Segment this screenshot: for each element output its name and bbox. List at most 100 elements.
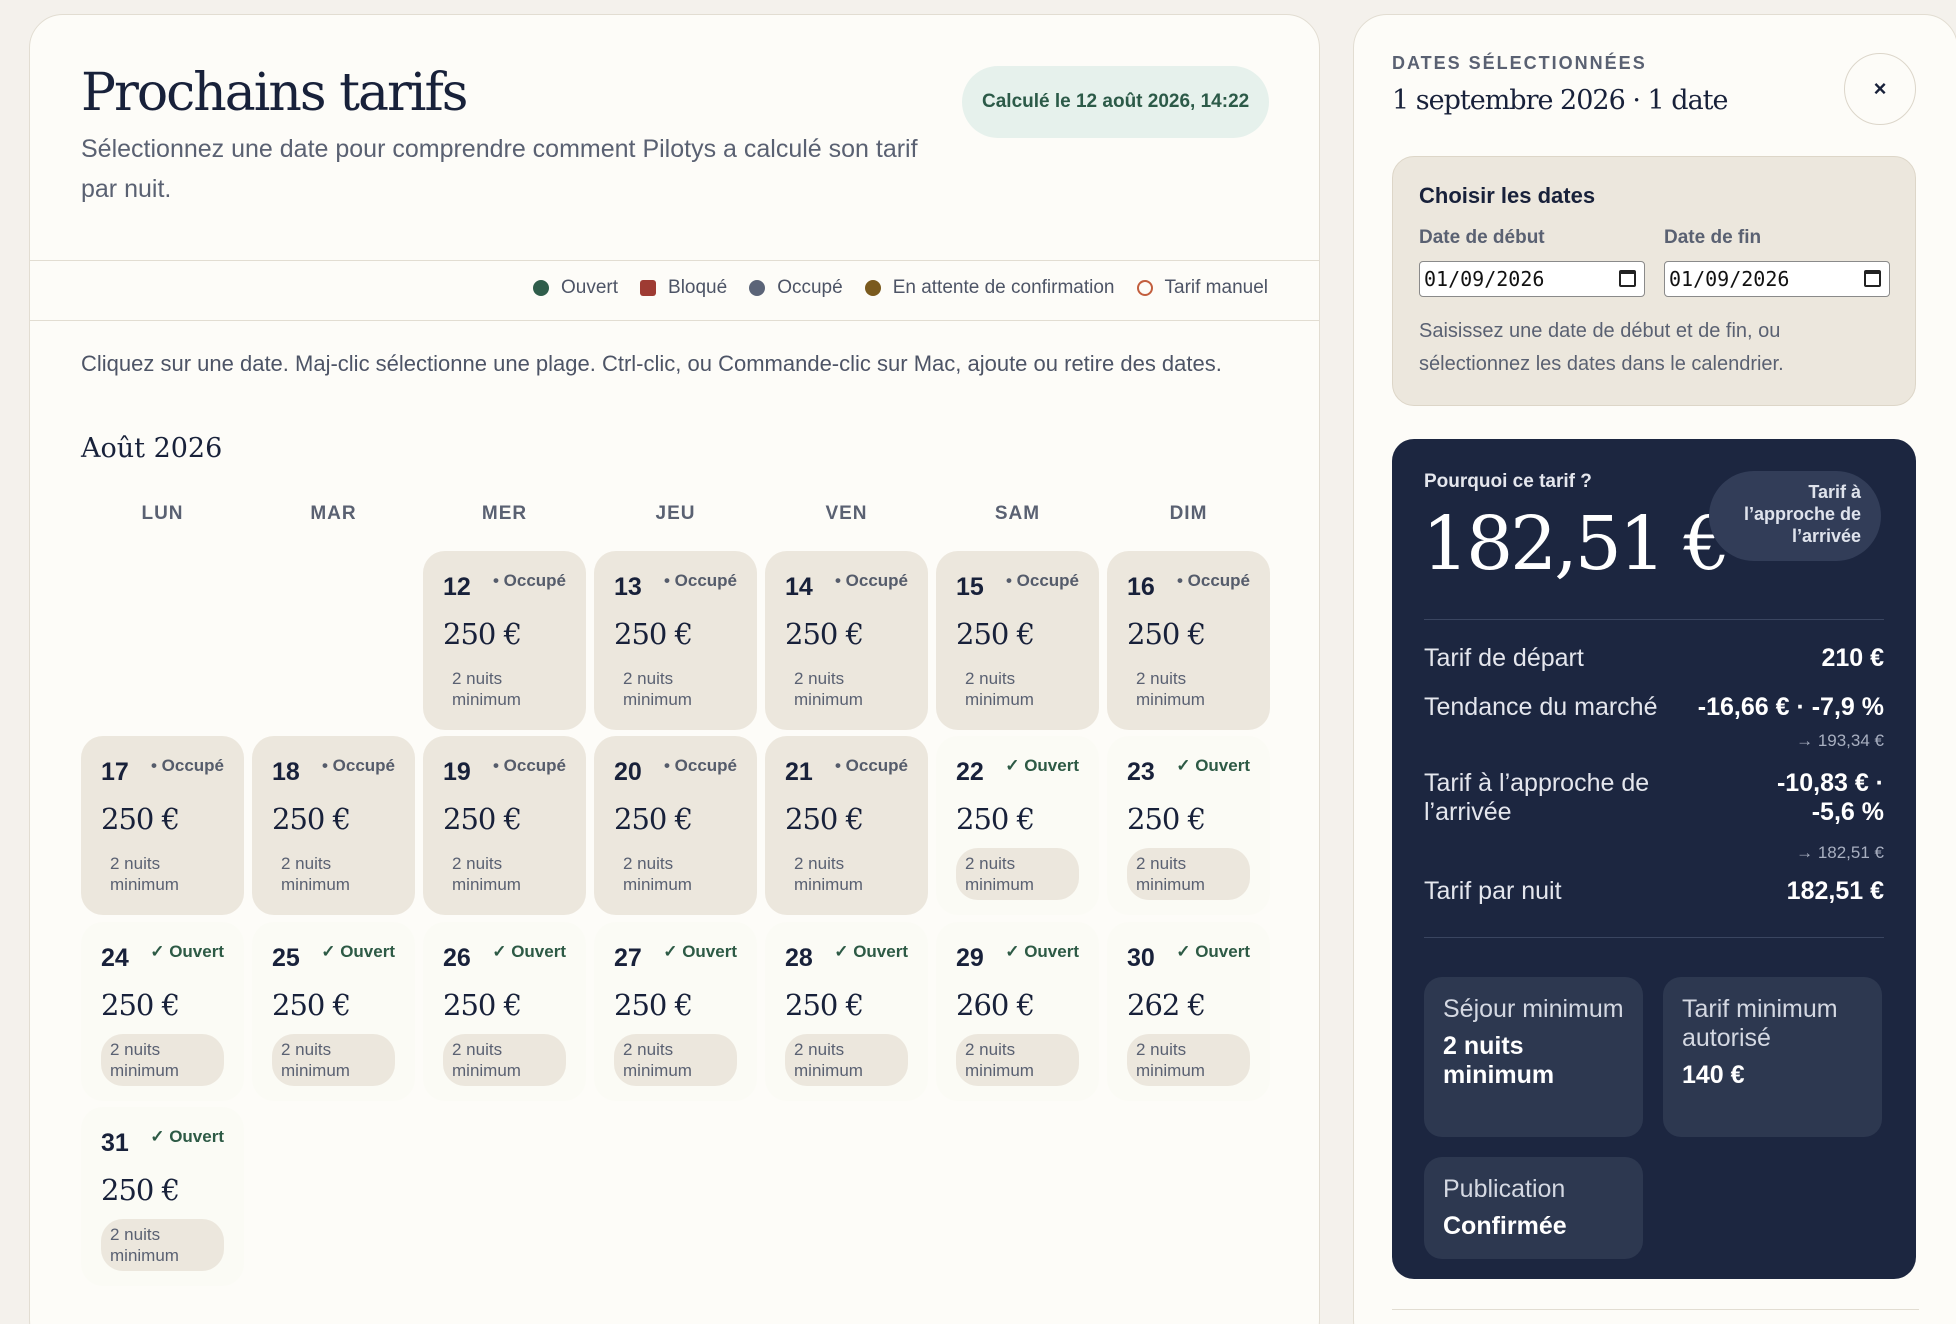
info-card-label: Tarif minimum autorisé: [1682, 995, 1838, 1052]
legend-item-blocked: Bloqué: [640, 277, 727, 299]
min-stay-pill: 2 nuits minimum: [443, 1034, 566, 1086]
day-status: • Occupé: [834, 756, 908, 775]
page-title: Prochains tarifs: [81, 63, 468, 123]
day-price: 250 €: [785, 617, 864, 651]
info-card-label: Séjour minimum: [1443, 995, 1624, 1023]
day-cell[interactable]: 18 • Occupé 250 € 2 nuits minimum: [252, 736, 415, 915]
day-cell[interactable]: 26 ✓ Ouvert 250 € 2 nuits minimum: [423, 922, 586, 1101]
day-status: ✓ Ouvert: [150, 942, 224, 961]
calculated-badge: Calculé le 12 août 2026, 14:22: [962, 66, 1270, 138]
day-number: 22: [956, 758, 984, 786]
status-legend: Ouvert Bloqué Occupé En attente de confi…: [533, 277, 1268, 299]
pending-dot-icon: [864, 280, 881, 296]
day-cell[interactable]: 25 ✓ Ouvert 250 € 2 nuits minimum: [252, 922, 415, 1101]
day-cell[interactable]: 13 • Occupé 250 € 2 nuits minimum: [594, 551, 757, 730]
day-cell[interactable]: 21 • Occupé 250 € 2 nuits minimum: [765, 736, 928, 915]
day-cell[interactable]: 29 ✓ Ouvert 260 € 2 nuits minimum: [936, 922, 1099, 1101]
breakdown-label: Tarif de départ: [1424, 644, 1584, 672]
day-number: 29: [956, 944, 984, 972]
day-status: ✓ Ouvert: [492, 942, 566, 961]
day-status: ✓ Ouvert: [1005, 756, 1079, 775]
min-stay-pill: 2 nuits minimum: [785, 1034, 908, 1086]
selected-dates-label: DATES SÉLECTIONNÉES: [1392, 53, 1647, 73]
end-date-value: 01/09/2026: [1669, 267, 1790, 291]
legend-item-open: Ouvert: [533, 277, 618, 299]
day-cell[interactable]: 28 ✓ Ouvert 250 € 2 nuits minimum: [765, 922, 928, 1101]
day-cell[interactable]: 23 ✓ Ouvert 250 € 2 nuits minimum: [1107, 736, 1270, 915]
day-cell[interactable]: 14 • Occupé 250 € 2 nuits minimum: [765, 551, 928, 730]
start-date-input[interactable]: 01/09/2026: [1419, 261, 1645, 297]
day-price: 250 €: [1127, 802, 1206, 836]
day-cell[interactable]: 24 ✓ Ouvert 250 € 2 nuits minimum: [81, 922, 244, 1101]
info-card-label: Publication: [1443, 1175, 1566, 1203]
manual-ring-icon: [1136, 280, 1153, 296]
calendar-icon[interactable]: [1864, 270, 1881, 287]
day-cell[interactable]: 20 • Occupé 250 € 2 nuits minimum: [594, 736, 757, 915]
info-card-min-stay: Séjour minimum 2 nuits minimum: [1424, 977, 1643, 1137]
divider: [30, 320, 1319, 321]
open-dot-icon: [533, 280, 549, 296]
info-card-publication: Publication Confirmée: [1424, 1157, 1643, 1259]
day-number: 25: [272, 944, 300, 972]
day-number: 30: [1127, 944, 1155, 972]
day-number: 15: [956, 573, 984, 601]
day-cell[interactable]: 27 ✓ Ouvert 250 € 2 nuits minimum: [594, 922, 757, 1101]
min-stay-pill: 2 nuits minimum: [623, 669, 692, 709]
calendar-instructions: Cliquez sur une date. Maj-clic sélection…: [81, 351, 1222, 376]
day-cell[interactable]: 17 • Occupé 250 € 2 nuits minimum: [81, 736, 244, 915]
min-stay-pill: 2 nuits minimum: [110, 854, 179, 894]
day-cell[interactable]: 15 • Occupé 250 € 2 nuits minimum: [936, 551, 1099, 730]
day-cell[interactable]: 16 • Occupé 250 € 2 nuits minimum: [1107, 551, 1270, 730]
start-date-value: 01/09/2026: [1424, 267, 1545, 291]
day-price: 260 €: [956, 988, 1035, 1022]
day-number: 27: [614, 944, 642, 972]
calendar-icon[interactable]: [1619, 270, 1636, 287]
month-label: Août 2026: [81, 433, 223, 464]
pricing-calendar-panel: Prochains tarifs Sélectionnez une date p…: [29, 14, 1320, 1324]
min-stay-pill: 2 nuits minimum: [614, 1034, 737, 1086]
breakdown-value: 210 €: [1821, 644, 1884, 672]
min-stay-pill: 2 nuits minimum: [794, 854, 863, 894]
min-stay-pill: 2 nuits minimum: [623, 854, 692, 894]
min-stay-pill: 2 nuits minimum: [272, 1034, 395, 1086]
day-number: 13: [614, 573, 642, 601]
weekday-header: MER: [481, 503, 528, 524]
info-card-value: 2 nuits minimum: [1443, 1032, 1555, 1089]
breakdown-label: Tendance du marché: [1424, 693, 1658, 721]
pricing-rule-badge: Tarif à l’approche de l’arrivée: [1709, 471, 1881, 561]
date-chooser-help: Saisissez une date de début et de fin, o…: [1419, 320, 1784, 375]
legend-label: Occupé: [777, 277, 843, 298]
day-price: 250 €: [785, 988, 864, 1022]
min-stay-pill: 2 nuits minimum: [452, 854, 521, 894]
day-cell[interactable]: 12 • Occupé 250 € 2 nuits minimum: [423, 551, 586, 730]
legend-label: Tarif manuel: [1164, 277, 1269, 298]
end-date-label: Date de fin: [1664, 227, 1762, 248]
occupied-dot-icon: [749, 280, 766, 296]
day-status: • Occupé: [663, 571, 737, 590]
day-price: 250 €: [785, 802, 864, 836]
end-date-input[interactable]: 01/09/2026: [1664, 261, 1890, 297]
breakdown-value: -10,83 € · -5,6 %: [1776, 769, 1884, 826]
min-stay-pill: 2 nuits minimum: [1136, 669, 1205, 709]
day-status: ✓ Ouvert: [1176, 942, 1250, 961]
min-stay-pill: 2 nuits minimum: [965, 669, 1034, 709]
weekday-header: VEN: [825, 503, 868, 524]
weekday-header: JEU: [655, 503, 696, 524]
day-cell[interactable]: 19 • Occupé 250 € 2 nuits minimum: [423, 736, 586, 915]
breakdown-row: Tarif à l’approche de l’arrivée -10,83 €…: [1424, 769, 1884, 862]
day-cell[interactable]: 30 ✓ Ouvert 262 € 2 nuits minimum: [1107, 922, 1270, 1101]
day-status: • Occupé: [1176, 571, 1250, 590]
day-cell[interactable]: 31 ✓ Ouvert 250 € 2 nuits minimum: [81, 1107, 244, 1286]
day-cell[interactable]: 22 ✓ Ouvert 250 € 2 nuits minimum: [936, 736, 1099, 915]
day-number: 31: [101, 1129, 129, 1157]
day-status: ✓ Ouvert: [321, 942, 395, 961]
price-explanation-card: Pourquoi ce tarif ? 182,51 € Tarif à l’a…: [1392, 439, 1916, 1279]
close-button[interactable]: ×: [1844, 53, 1916, 125]
day-number: 28: [785, 944, 813, 972]
day-price: 250 €: [614, 617, 693, 651]
min-stay-pill: 2 nuits minimum: [956, 848, 1079, 900]
info-card-value: Confirmée: [1443, 1212, 1567, 1240]
legend-label: En attente de confirmation: [892, 277, 1115, 298]
close-icon: ×: [1873, 76, 1887, 101]
breakdown-row: Tarif par nuit 182,51 €: [1424, 877, 1884, 906]
